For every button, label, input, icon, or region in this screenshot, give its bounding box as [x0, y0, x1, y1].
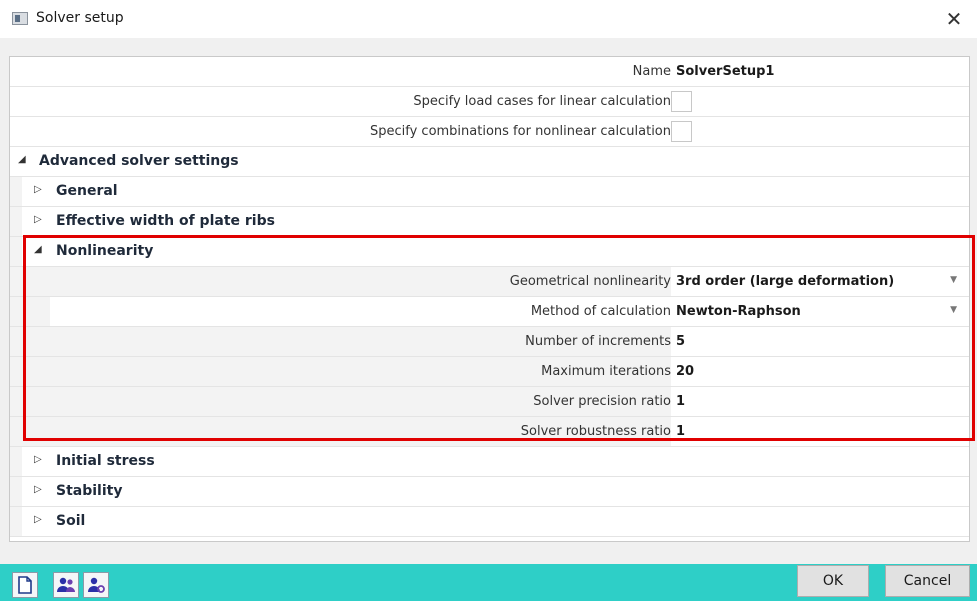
chevron-down-icon[interactable]: ▼: [950, 275, 957, 285]
section-initial-stress[interactable]: ▷ Initial stress: [10, 447, 969, 477]
section-general-label: General: [56, 183, 118, 199]
method-of-calculation-row: Method of calculation Newton-Raphson ▼: [10, 297, 969, 327]
section-stability-label: Stability: [56, 483, 123, 499]
combinations-checkbox[interactable]: [671, 121, 692, 142]
solver-precision-ratio-label: Solver precision ratio: [533, 394, 671, 409]
cancel-button[interactable]: Cancel: [885, 565, 970, 597]
geometrical-nonlinearity-row: Geometrical nonlinearity 3rd order (larg…: [10, 267, 969, 297]
section-effective-width[interactable]: ▷ Effective width of plate ribs: [10, 207, 969, 237]
solver-precision-ratio-row: Solver precision ratio 1: [10, 387, 969, 417]
combinations-row: Specify combinations for nonlinear calcu…: [10, 117, 969, 147]
ok-button[interactable]: OK: [797, 565, 869, 597]
geometrical-nonlinearity-select[interactable]: 3rd order (large deformation): [671, 267, 969, 296]
name-row: Name SolverSetup1: [10, 57, 969, 87]
maximum-iterations-label: Maximum iterations: [541, 364, 671, 379]
combinations-label: Specify combinations for nonlinear calcu…: [369, 124, 671, 139]
section-nonlinearity-label: Nonlinearity: [56, 243, 154, 259]
window-app-icon: [12, 12, 28, 25]
window-title: Solver setup: [36, 10, 124, 26]
expand-triangle-icon[interactable]: ▷: [34, 484, 42, 495]
maximum-iterations-row: Maximum iterations 20: [10, 357, 969, 387]
method-of-calculation-select[interactable]: Newton-Raphson: [671, 297, 969, 326]
name-label: Name: [632, 64, 671, 79]
expand-triangle-icon[interactable]: ▷: [34, 214, 42, 225]
solver-robustness-ratio-label: Solver robustness ratio: [520, 424, 671, 439]
section-nonlinearity[interactable]: ◢ Nonlinearity: [10, 237, 969, 267]
number-of-increments-value[interactable]: 5: [671, 327, 969, 356]
section-initial-stress-label: Initial stress: [56, 453, 155, 469]
number-of-increments-label: Number of increments: [525, 334, 671, 349]
user-settings-icon[interactable]: [83, 572, 109, 598]
solver-robustness-ratio-row: Solver robustness ratio 1: [10, 417, 969, 447]
maximum-iterations-value[interactable]: 20: [671, 357, 969, 386]
title-bar: Solver setup ✕: [0, 0, 977, 38]
name-value[interactable]: SolverSetup1: [671, 57, 969, 86]
close-button[interactable]: ✕: [931, 0, 977, 38]
section-effective-width-label: Effective width of plate ribs: [56, 213, 275, 229]
expand-triangle-icon[interactable]: ▷: [34, 514, 42, 525]
property-grid: Name SolverSetup1 Specify load cases for…: [9, 56, 970, 542]
section-soil[interactable]: ▷ Soil: [10, 507, 969, 537]
section-general[interactable]: ▷ General: [10, 177, 969, 207]
collapse-triangle-icon[interactable]: ◢: [34, 244, 42, 255]
number-of-increments-row: Number of increments 5: [10, 327, 969, 357]
expand-triangle-icon[interactable]: ▷: [34, 454, 42, 465]
users-icon[interactable]: [53, 572, 79, 598]
load-cases-label: Specify load cases for linear calculatio…: [413, 94, 671, 109]
expand-triangle-icon[interactable]: ▷: [34, 184, 42, 195]
load-cases-row: Specify load cases for linear calculatio…: [10, 87, 969, 117]
section-advanced-label: Advanced solver settings: [39, 153, 239, 169]
section-advanced[interactable]: ◢ Advanced solver settings: [10, 147, 969, 177]
solver-robustness-ratio-value[interactable]: 1: [671, 417, 969, 446]
method-of-calculation-label: Method of calculation: [530, 304, 671, 319]
chevron-down-icon[interactable]: ▼: [950, 305, 957, 315]
document-icon[interactable]: [12, 572, 38, 598]
section-soil-label: Soil: [56, 513, 86, 529]
section-stability[interactable]: ▷ Stability: [10, 477, 969, 507]
geometrical-nonlinearity-label: Geometrical nonlinearity: [509, 274, 671, 289]
solver-precision-ratio-value[interactable]: 1: [671, 387, 969, 416]
collapse-triangle-icon[interactable]: ◢: [18, 154, 26, 165]
load-cases-checkbox[interactable]: [671, 91, 692, 112]
